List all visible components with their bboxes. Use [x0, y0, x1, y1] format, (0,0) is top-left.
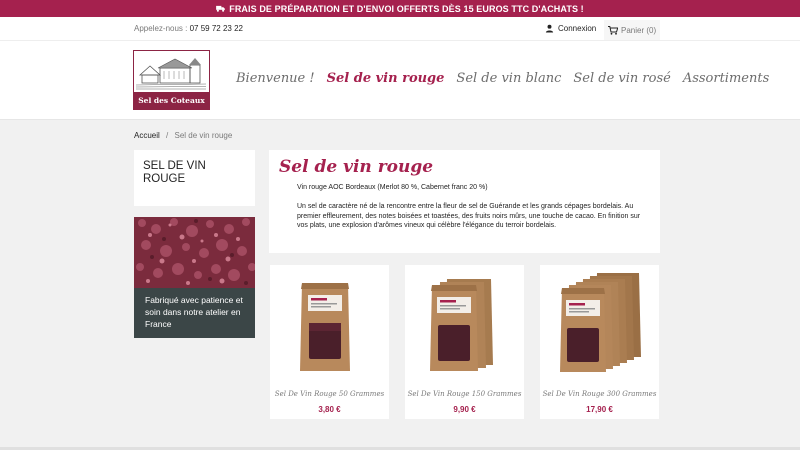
product-image-150g [430, 279, 493, 371]
login-label: Connexion [558, 24, 597, 33]
product-card[interactable]: Sel De Vin Rouge 50 Grammes 3,80 € [270, 265, 389, 419]
site-logo[interactable]: Sel des Coteaux [133, 50, 210, 110]
cart-label: Panier (0) [621, 25, 657, 35]
breadcrumb-separator: / [166, 131, 169, 140]
promo-bar: FRAIS DE PRÉPARATION ET D'ENVOI OFFERTS … [0, 0, 800, 17]
nav-item-bienvenue[interactable]: Bienvenue ! [236, 71, 315, 86]
cart-icon [608, 25, 618, 35]
promo-text: FRAIS DE PRÉPARATION ET D'ENVOI OFFERTS … [229, 3, 584, 14]
logo-text: Sel des Coteaux [134, 92, 209, 109]
breadcrumb: Accueil / Sel de vin rouge [134, 131, 232, 140]
product-card[interactable]: Sel De Vin Rouge 300 Grammes 17,90 € [540, 265, 659, 419]
breadcrumb-home[interactable]: Accueil [134, 131, 160, 140]
promo-caption: Fabriqué avec patience et soin dans notr… [134, 288, 255, 338]
product-name[interactable]: Sel De Vin Rouge 150 Grammes [405, 390, 524, 398]
product-name[interactable]: Sel De Vin Rouge 300 Grammes [540, 390, 659, 398]
product-card[interactable]: Sel De Vin Rouge 150 Grammes 9,90 € [405, 265, 524, 419]
nav-item-sel-de-vin-blanc[interactable]: Sel de vin blanc [456, 71, 561, 86]
product-price: 17,90 € [586, 405, 613, 414]
category-subtitle: Vin rouge AOC Bordeaux (Merlot 80 %, Cab… [297, 184, 488, 191]
product-image-50g [300, 283, 350, 371]
main-nav: Bienvenue ! Sel de vin rouge Sel de vin … [236, 71, 781, 86]
truck-icon [216, 5, 226, 12]
breadcrumb-current: Sel de vin rouge [174, 131, 233, 140]
red-salt-crystals-image [134, 217, 255, 288]
category-title: Sel de vin rouge [279, 157, 434, 177]
cart-button[interactable]: Panier (0) [604, 20, 660, 40]
nav-item-assortiments[interactable]: Assortiments [683, 71, 769, 86]
user-icon [545, 24, 554, 33]
category-description: Un sel de caractère né de la rencontre e… [297, 203, 641, 230]
contact-phone: Appelez-nous : 07 59 72 23 22 [134, 24, 243, 33]
sidebar-promo-banner[interactable]: Fabriqué avec patience et soin dans notr… [134, 217, 255, 338]
category-description-box: Sel de vin rouge Vin rouge AOC Bordeaux … [269, 150, 660, 253]
nav-item-sel-de-vin-rose[interactable]: Sel de vin rosé [573, 71, 670, 86]
phone-label: Appelez-nous : [134, 24, 188, 33]
product-price: 9,90 € [453, 405, 476, 414]
vineyard-chateau-icon [136, 53, 206, 91]
phone-number[interactable]: 07 59 72 23 22 [190, 24, 243, 33]
header-top: Appelez-nous : 07 59 72 23 22 Connexion [0, 17, 800, 41]
product-price: 3,80 € [318, 405, 341, 414]
product-name[interactable]: Sel De Vin Rouge 50 Grammes [270, 390, 389, 398]
sidebar-category-box: SEL DE VIN ROUGE [134, 150, 255, 206]
product-image-300g [560, 273, 641, 372]
nav-item-sel-de-vin-rouge[interactable]: Sel de vin rouge [327, 71, 445, 86]
header-main: Sel des Coteaux Bienvenue ! Sel de vin r… [0, 41, 800, 120]
login-link[interactable]: Connexion [545, 24, 596, 33]
sidebar-title[interactable]: SEL DE VIN ROUGE [143, 160, 246, 186]
